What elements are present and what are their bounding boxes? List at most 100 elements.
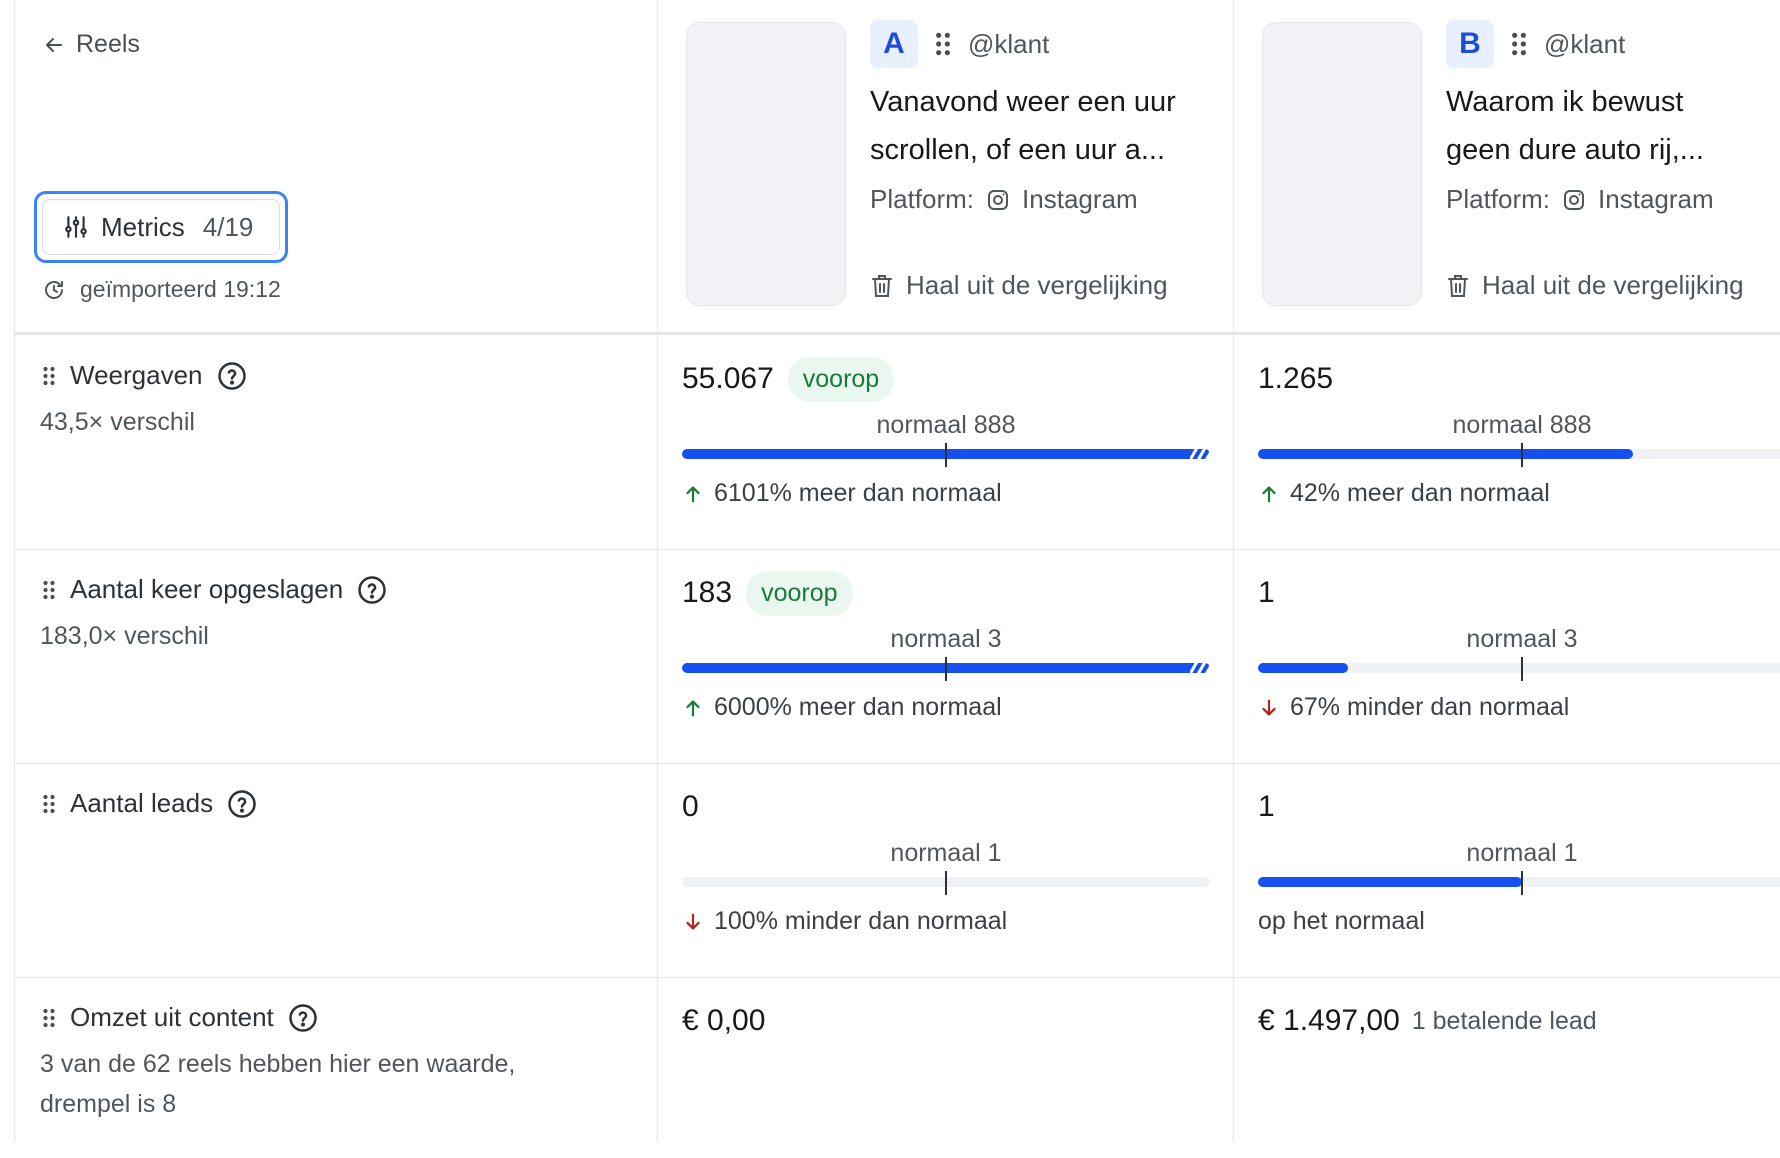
delta-vs-normal: 6000% meer dan normaal	[682, 693, 1002, 722]
arrow-up-icon	[686, 485, 700, 502]
comparison-bar-fill	[682, 449, 1190, 459]
drag-handle-icon[interactable]	[1510, 31, 1528, 57]
metric-label: Omzet uit content	[70, 1002, 274, 1032]
metric-cell: 0 normaal 1 100% minder dan normaal	[682, 783, 1210, 935]
reel-title: Vanavond weer een uur scrollen, of een u…	[870, 86, 1176, 166]
metric-subtext: 3 van de 62 reels hebben hier een waarde…	[40, 1050, 516, 1118]
normal-reference-label: normaal 3	[890, 625, 1002, 653]
metrics-button-label: Metrics	[101, 211, 185, 242]
row-divider	[14, 549, 1780, 550]
comparison-bar-track	[1258, 877, 1780, 887]
metric-value: 1	[1258, 576, 1275, 609]
metric-value: 55.067	[682, 362, 774, 395]
platform-label: Platform:	[870, 184, 975, 214]
reel-thumbnail[interactable]	[686, 22, 846, 306]
metric-row-opgeslagen: Aantal keer opgeslagen	[42, 574, 387, 605]
arrow-down-icon	[686, 913, 700, 930]
normal-reference-label: normaal 3	[1466, 625, 1578, 653]
delta-vs-normal: 42% meer dan normaal	[1258, 479, 1550, 508]
reel-letter-badge: A	[870, 20, 918, 68]
metric-label: Aantal leads	[70, 788, 214, 818]
comparison-bar-track	[1258, 449, 1780, 459]
platform-name: Instagram	[1022, 184, 1138, 214]
arrow-up-icon	[686, 699, 700, 716]
metric-cell: 1.265 normaal 888 42% meer dan normaal	[1258, 355, 1780, 507]
reel-thumbnail[interactable]	[1262, 22, 1422, 306]
remove-label: Haal uit de vergelijking	[1482, 270, 1744, 300]
metric-value-row: 1	[1258, 569, 1780, 617]
platform-label: Platform:	[1446, 184, 1551, 214]
help-circle-icon[interactable]	[288, 1003, 318, 1033]
remove-from-comparison-button[interactable]: Haal uit de vergelijking	[1446, 270, 1744, 301]
instagram-icon	[988, 189, 1009, 210]
reel-account: @klant	[1544, 28, 1626, 59]
metric-value-row: 1	[1258, 783, 1780, 831]
drag-handle-icon[interactable]	[42, 793, 56, 815]
arrow-up-icon	[1262, 485, 1276, 502]
import-status-text: geïmporteerd 19:12	[80, 276, 281, 302]
sliders-icon	[65, 216, 87, 238]
delta-text: 67% minder dan normaal	[1290, 693, 1570, 721]
drag-handle-icon[interactable]	[42, 1007, 56, 1029]
help-circle-icon[interactable]	[357, 575, 387, 605]
metric-value: 1.265	[1258, 362, 1334, 395]
delta-vs-normal: 100% minder dan normaal	[682, 907, 1007, 936]
metric-value-row: € 0,00	[682, 997, 1210, 1045]
delta-text: 42% meer dan normaal	[1290, 479, 1550, 507]
remove-from-comparison-button[interactable]: Haal uit de vergelijking	[870, 270, 1168, 301]
reel-platform: Platform: Instagram	[870, 184, 1230, 215]
grid-divider	[657, 0, 658, 1142]
metric-row-omzet: Omzet uit content	[42, 1002, 318, 1033]
metric-extra-note: 1 betalende lead	[1411, 1006, 1597, 1035]
metric-label: Aantal keer opgeslagen	[70, 574, 344, 604]
normal-marker	[1521, 871, 1523, 895]
reel-letter-badge: B	[1446, 20, 1494, 68]
back-to-reels-link[interactable]: Reels	[42, 30, 140, 59]
drag-handle-icon[interactable]	[42, 579, 56, 601]
metric-cell: 1 normaal 1 op het normaal	[1258, 783, 1780, 935]
delta-vs-normal: 6101% meer dan normaal	[682, 479, 1002, 508]
delta-text: op het normaal	[1258, 907, 1425, 935]
arrow-down-icon	[1262, 699, 1276, 716]
platform-name: Instagram	[1598, 184, 1714, 214]
metric-row-leads: Aantal leads	[42, 788, 257, 819]
trash-icon	[1448, 274, 1468, 297]
metric-row-weergaven: Weergaven	[42, 360, 247, 391]
normal-reference-label: normaal 888	[876, 411, 1016, 439]
reel-platform: Platform: Instagram	[1446, 184, 1780, 215]
comparison-bar-track	[1258, 663, 1780, 673]
normal-marker	[945, 871, 947, 895]
normal-marker	[1521, 657, 1523, 681]
metric-cell: € 1.497,00 1 betalende lead	[1258, 997, 1780, 1045]
metric-value: 0	[682, 790, 699, 823]
normal-marker	[1521, 443, 1523, 467]
metric-value-row: 0	[682, 783, 1210, 831]
reel-account: @klant	[968, 28, 1050, 59]
normal-reference-label: normaal 1	[1466, 839, 1578, 867]
delta-text: 6000% meer dan normaal	[714, 693, 1002, 721]
metric-value: 183	[682, 576, 733, 609]
normal-reference-label: normaal 1	[890, 839, 1002, 867]
delta-vs-normal: op het normaal	[1258, 907, 1425, 936]
drag-handle-icon[interactable]	[42, 365, 56, 387]
row-divider	[14, 763, 1780, 764]
arrow-left-icon	[46, 37, 62, 52]
metrics-button[interactable]: Metrics 4/19	[34, 191, 288, 263]
row-divider	[14, 977, 1780, 978]
metric-value-row: 55.067 voorop	[682, 355, 1210, 403]
metric-label: Weergaven	[70, 360, 203, 390]
delta-text: 6101% meer dan normaal	[714, 479, 1002, 507]
overflow-indicator	[1190, 449, 1210, 459]
metric-value: € 1.497,00	[1258, 1004, 1400, 1037]
overflow-indicator	[1190, 663, 1210, 673]
metric-cell: € 0,00	[682, 997, 1210, 1045]
delta-vs-normal: 67% minder dan normaal	[1258, 693, 1569, 722]
grid-divider	[1233, 0, 1234, 1142]
metric-value-row: 1.265	[1258, 355, 1780, 403]
help-circle-icon[interactable]	[227, 789, 257, 819]
header-divider	[14, 332, 1780, 335]
instagram-icon	[1564, 189, 1585, 210]
drag-handle-icon[interactable]	[934, 31, 952, 57]
leading-badge: voorop	[746, 570, 853, 616]
help-circle-icon[interactable]	[217, 361, 247, 391]
